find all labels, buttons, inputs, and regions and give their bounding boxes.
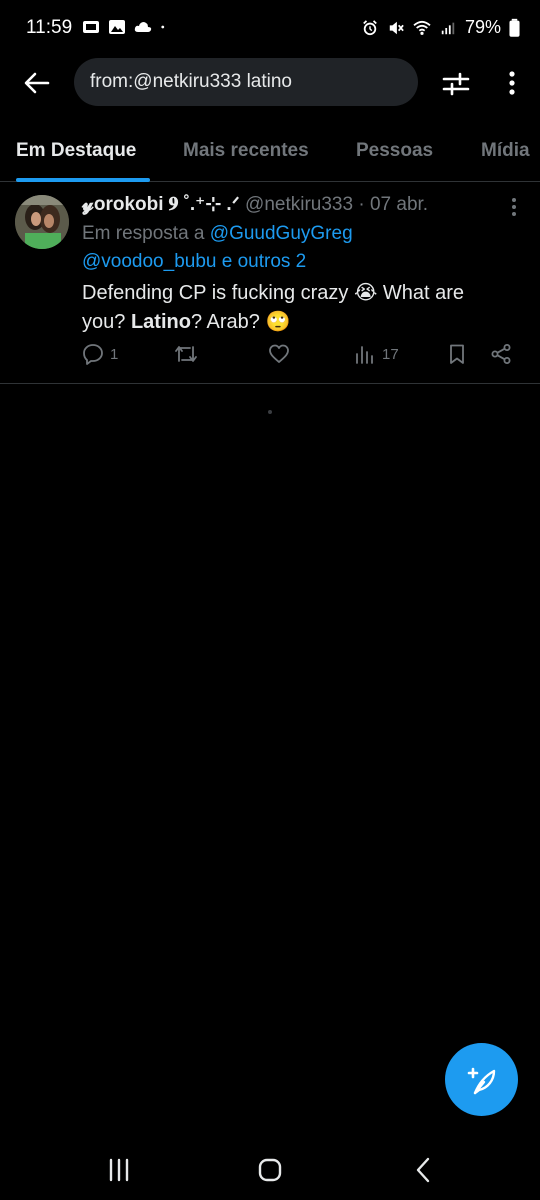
retweet-button[interactable]: [174, 343, 204, 365]
search-filter-button[interactable]: [440, 68, 472, 100]
dot-icon: [161, 25, 165, 29]
status-right: 79%: [361, 17, 520, 38]
views-button[interactable]: 17: [354, 343, 399, 365]
tweet-date[interactable]: 07 abr.: [370, 194, 428, 215]
reply-button[interactable]: 1: [82, 343, 118, 365]
active-tab-indicator: [16, 178, 150, 182]
views-chart-icon: [356, 346, 373, 364]
status-bar: 11:59 79%: [0, 0, 540, 56]
tab-midia[interactable]: Mídia: [481, 140, 530, 162]
heart-icon: [269, 344, 289, 363]
tweet-actions: 1 17: [82, 343, 522, 371]
tweet-header: 𝔂orokobi 𝟗 ˚.⁺⊹ .ᐟ @netkiru333 · 07 abr.: [82, 193, 428, 216]
share-icon: [491, 344, 511, 364]
mute-icon: [389, 21, 404, 34]
reply-mention[interactable]: @GuudGuyGreg: [210, 223, 353, 244]
reply-count: 1: [110, 345, 119, 363]
bookmark-button[interactable]: [446, 343, 468, 365]
search-query: from:@netkiru333 latino: [90, 71, 292, 92]
reply-mention-others[interactable]: @voodoo_bubu e outros 2: [82, 251, 306, 272]
tab-pessoas[interactable]: Pessoas: [356, 140, 433, 162]
recent-apps-button[interactable]: [104, 1156, 134, 1184]
more-options-button[interactable]: [500, 68, 524, 100]
tweet-text: Defending CP is fucking crazy 😭 What are…: [82, 279, 512, 337]
compose-feather-icon: [467, 1067, 495, 1094]
more-vertical-icon: [512, 198, 516, 216]
loading-indicator: [268, 410, 272, 414]
system-nav-bar: [0, 1140, 540, 1200]
more-vertical-icon: [509, 71, 515, 95]
like-button[interactable]: [268, 343, 296, 365]
signal-icon: [441, 22, 455, 34]
avatar[interactable]: [15, 195, 69, 249]
display-name[interactable]: 𝔂orokobi 𝟗 ˚.⁺⊹ .ᐟ: [82, 194, 240, 215]
user-handle[interactable]: @netkiru333: [245, 194, 353, 215]
recent-apps-icon: [109, 1158, 129, 1182]
tweet-text-highlight: Latino: [130, 311, 191, 333]
home-icon: [258, 1158, 282, 1182]
alarm-icon: [363, 19, 377, 35]
tab-mais-recentes[interactable]: Mais recentes: [183, 140, 309, 162]
search-header: from:@netkiru333 latino: [0, 56, 540, 112]
status-left-icons: [82, 19, 170, 35]
tab-em-destaque[interactable]: Em Destaque: [16, 140, 136, 162]
status-time: 11:59: [26, 17, 73, 38]
cloud-icon: [134, 22, 152, 32]
back-button[interactable]: [20, 66, 54, 100]
reply-icon: [83, 344, 103, 365]
tweet-text-part: ? Arab? 🙄: [190, 311, 291, 333]
date-separator: ·: [353, 194, 370, 215]
battery-percent: 79%: [464, 17, 501, 37]
share-button[interactable]: [490, 343, 512, 365]
tweet[interactable]: 𝔂orokobi 𝟗 ˚.⁺⊹ .ᐟ @netkiru333 · 07 abr.…: [0, 183, 540, 384]
search-tabs: Em Destaque Mais recentes Pessoas Mídia: [0, 130, 540, 182]
compose-post-button[interactable]: [445, 1043, 518, 1116]
reply-prefix: Em resposta a: [82, 223, 210, 244]
bookmark-icon: [450, 344, 464, 364]
chevron-left-icon: [416, 1157, 430, 1183]
sliders-icon: [442, 72, 470, 96]
gallery-icon: [109, 20, 125, 34]
wifi-icon: [413, 20, 431, 35]
arrow-left-icon: [24, 72, 50, 94]
retweet-icon: [175, 346, 197, 362]
battery-icon: [509, 18, 520, 37]
tweet-more-button[interactable]: [504, 195, 524, 219]
avatar-photo-icon: [15, 195, 69, 249]
reply-context: Em resposta a @GuudGuyGreg @voodoo_bubu …: [82, 220, 502, 276]
cast-icon: [83, 21, 99, 33]
search-input[interactable]: from:@netkiru333 latino: [74, 58, 418, 106]
view-count: 17: [382, 345, 399, 363]
home-button[interactable]: [255, 1156, 285, 1184]
system-back-button[interactable]: [408, 1156, 438, 1184]
